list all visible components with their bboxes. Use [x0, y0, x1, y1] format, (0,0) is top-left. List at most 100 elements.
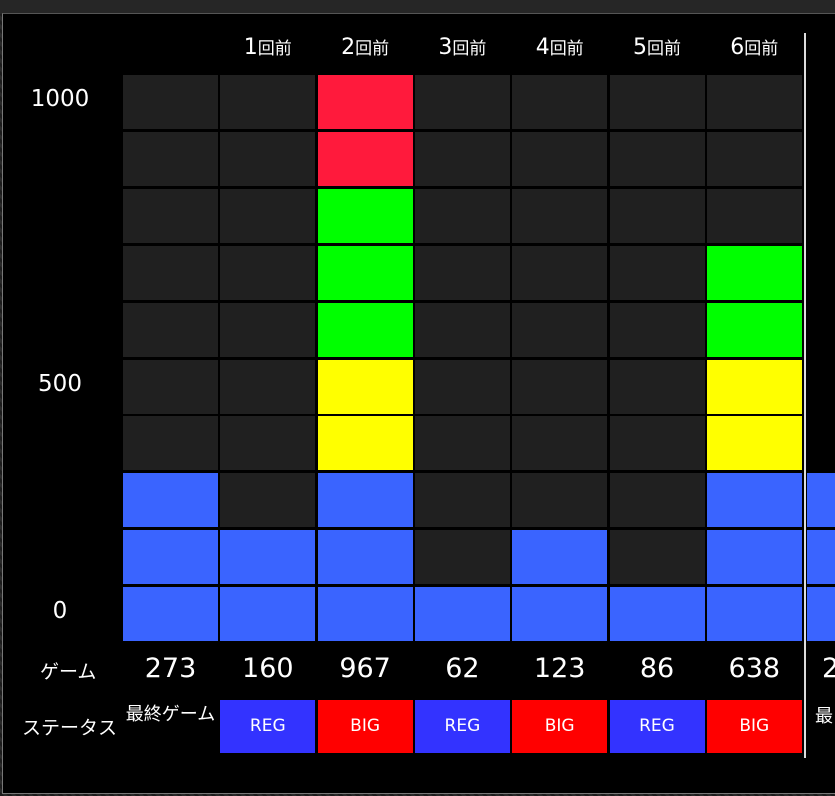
- game-value: 62: [445, 653, 480, 684]
- grid-cell: [807, 188, 835, 243]
- bar-segment: [706, 302, 802, 357]
- grid-cell: [220, 473, 316, 528]
- column-header: 2回前: [341, 35, 390, 60]
- bar-segment: [706, 245, 802, 300]
- bar-segment: [317, 75, 413, 129]
- bar-segment: [317, 188, 413, 243]
- game-value: 967: [339, 653, 391, 684]
- grid-cell: [414, 416, 510, 471]
- grid-cell: [123, 416, 218, 471]
- row-label-game: ゲーム: [40, 661, 97, 683]
- grid-cell: [220, 302, 316, 357]
- grid-cell: [609, 359, 705, 414]
- grid-cell: [609, 473, 705, 528]
- grid-cell: [609, 131, 705, 186]
- bar-segment: [123, 587, 218, 642]
- grid-cell: [512, 188, 608, 243]
- bar-segment: [706, 359, 802, 414]
- bar-segment: [512, 587, 608, 642]
- grid-cell: [414, 530, 510, 585]
- grid-cell: [123, 245, 218, 300]
- bar-segment: [807, 473, 835, 528]
- grid-cell: [220, 416, 316, 471]
- grid-cell: [512, 302, 608, 357]
- y-tick-1000: 1000: [30, 86, 90, 112]
- status-badge: REG: [414, 700, 510, 753]
- bar-segment: [807, 587, 835, 642]
- grid-cell: [220, 131, 316, 186]
- grid-cell: [414, 245, 510, 300]
- column-header: 6回前: [730, 35, 779, 60]
- grid-cell: [123, 302, 218, 357]
- status-label: 最終ゲーム: [125, 704, 216, 725]
- status-badge: BIG: [706, 700, 802, 753]
- bar-segment: [317, 359, 413, 414]
- grid-cell: [414, 75, 510, 129]
- grid-cell: [609, 302, 705, 357]
- grid-cell: [414, 359, 510, 414]
- game-value: 160: [242, 653, 294, 684]
- grid-cell: [807, 359, 835, 414]
- page-header-clipped: [0, 0, 835, 14]
- grid-cell: [706, 188, 802, 243]
- bar-segment: [317, 245, 413, 300]
- grid-cell: [609, 416, 705, 471]
- bar-segment: [706, 587, 802, 642]
- grid-cell: [807, 302, 835, 357]
- game-value: 638: [728, 653, 781, 684]
- grid-cell: [512, 473, 608, 528]
- bar-segment: [317, 530, 413, 585]
- grid-cell: [706, 131, 802, 186]
- bar-segment: [609, 587, 705, 642]
- grid-cell: [220, 188, 316, 243]
- bar-segment: [512, 530, 608, 585]
- y-tick-500: 500: [38, 371, 82, 397]
- bar-segment: [317, 131, 413, 186]
- bar-segment: [317, 473, 413, 528]
- grid-cell: [512, 416, 608, 471]
- bar-segment: [220, 530, 316, 585]
- bar-segment: [706, 416, 802, 471]
- bar-segment: [807, 530, 835, 585]
- bar-segment: [317, 416, 413, 471]
- grid-cell: [512, 75, 608, 129]
- grid-cell: [609, 75, 705, 129]
- grid-cell: [609, 530, 705, 585]
- grid-cell: [414, 188, 510, 243]
- grid-cell: [220, 245, 316, 300]
- grid-cell: [123, 131, 218, 186]
- grid-cell: [807, 416, 835, 471]
- grid-cell: [807, 245, 835, 300]
- status-badge: BIG: [512, 700, 608, 753]
- bar-segment: [414, 587, 510, 642]
- bar-segment: [317, 587, 413, 642]
- grid-cell: [512, 131, 608, 186]
- status-badge: REG: [609, 700, 705, 753]
- row-label-status: ステータス: [22, 717, 118, 739]
- grid-cell: [414, 302, 510, 357]
- bar-segment: [123, 530, 218, 585]
- game-value: 273: [144, 653, 197, 684]
- y-tick-0: 0: [52, 598, 68, 624]
- grid-cell: [609, 245, 705, 300]
- status-badge: REG: [220, 700, 316, 753]
- grid-cell: [706, 75, 802, 129]
- column-header: 4回前: [535, 35, 584, 60]
- column-header: 3回前: [438, 35, 487, 60]
- bar-segment: [220, 587, 316, 642]
- grid-cell: [414, 473, 510, 528]
- game-value: 123: [533, 653, 586, 684]
- grid-cell: [512, 359, 608, 414]
- next-status-partial: 最: [815, 706, 833, 727]
- grid-cell: [123, 188, 218, 243]
- grid-cell: [123, 75, 218, 129]
- column-header: 1回前: [243, 35, 292, 60]
- grid-cell: [512, 245, 608, 300]
- bar-segment: [706, 530, 802, 585]
- grid-cell: [807, 75, 835, 129]
- next-game-value-partial: 2: [822, 653, 835, 684]
- bar-segment: [317, 302, 413, 357]
- grid-cell: [220, 75, 316, 129]
- status-badge: BIG: [317, 700, 413, 753]
- game-value: 86: [639, 653, 675, 684]
